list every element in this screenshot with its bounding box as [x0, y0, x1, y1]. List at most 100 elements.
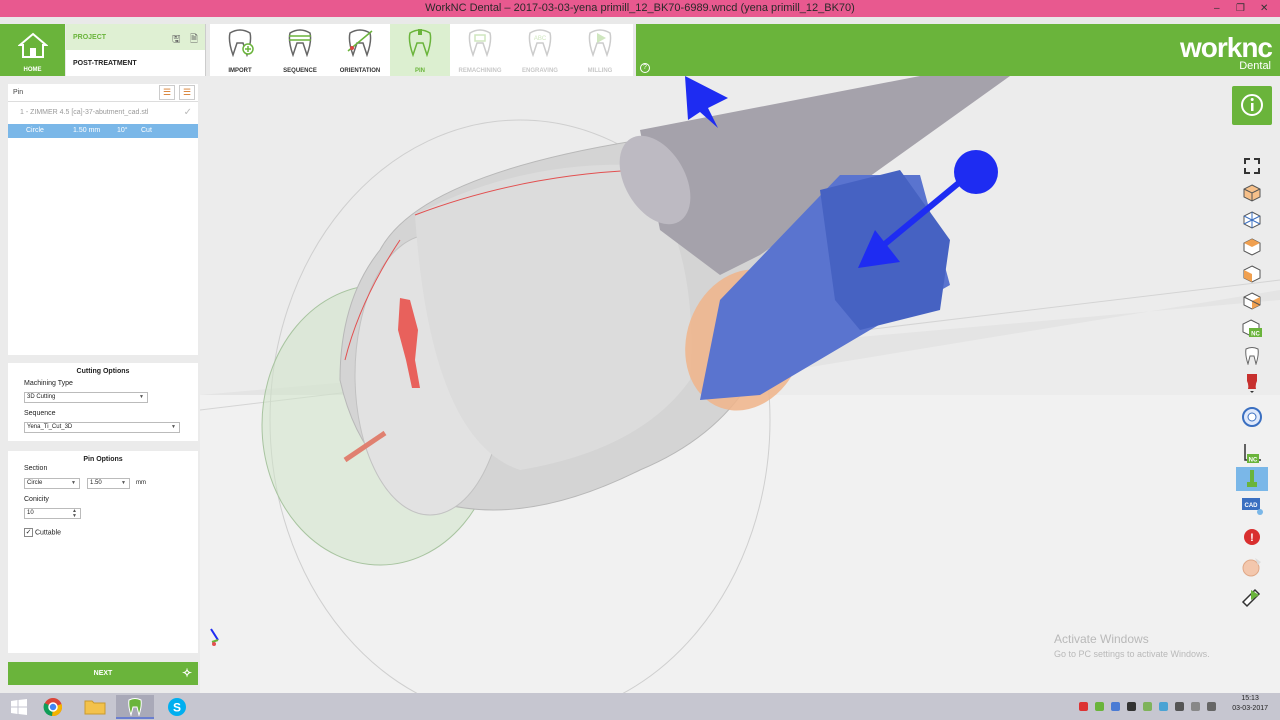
tray-volume-icon[interactable] — [1207, 702, 1216, 711]
file-explorer-taskbar-button[interactable] — [76, 695, 114, 719]
fit-view-icon[interactable] — [1236, 154, 1268, 178]
tray-usb-icon[interactable] — [1175, 702, 1184, 711]
step-label: MILLING — [587, 68, 613, 74]
windows-logo-icon — [11, 699, 27, 715]
diameter-unit: mm — [136, 480, 146, 486]
tray-green-icon[interactable] — [1095, 702, 1104, 711]
step-label: IMPORT — [228, 68, 252, 74]
3d-viewport[interactable] — [200, 76, 1280, 693]
step-sequence[interactable]: SEQUENCE — [270, 24, 330, 76]
step-engraving[interactable]: ABC ENGRAVING — [510, 24, 570, 76]
tooth-display-icon[interactable] — [1236, 343, 1268, 367]
sequence-select[interactable]: Yena_Ti_Cut_3D ▼ — [24, 422, 180, 433]
minimize-icon[interactable]: – — [1214, 0, 1220, 17]
nc-badge-text: NC — [1249, 458, 1258, 464]
skype-taskbar-button[interactable]: S — [158, 695, 196, 719]
tool-display-icon[interactable] — [1236, 467, 1268, 491]
conicity-stepper[interactable]: 10 ▲ ▼ — [24, 508, 81, 519]
save-as-icon[interactable]: 🗎 — [190, 32, 198, 49]
left-panel: Pin ☰ ☰ 1 - ZIMMER 4.5 [ca]-37-abutment_… — [0, 76, 200, 693]
sequence-label: Sequence — [24, 410, 56, 417]
step-orientation[interactable]: ORIENTATION — [330, 24, 390, 76]
close-icon[interactable]: ✕ — [1260, 0, 1268, 17]
step-milling[interactable]: MILLING — [570, 24, 630, 76]
step-pin[interactable]: PIN — [390, 24, 450, 76]
import-tooth-icon — [228, 29, 254, 58]
axis-nc-icon[interactable]: NC — [1236, 441, 1268, 465]
tray-sync-icon[interactable] — [1159, 702, 1168, 711]
cuttable-label: Cuttable — [34, 529, 62, 537]
save-icon[interactable]: 🖫 — [172, 32, 181, 49]
tray-flag-icon[interactable] — [1191, 702, 1200, 711]
chrome-taskbar-button[interactable] — [34, 695, 72, 719]
pin-row-angle: 10° — [117, 127, 128, 134]
front-view-icon[interactable] — [1236, 262, 1268, 286]
list-view-icon[interactable]: ☰ — [159, 85, 175, 100]
diameter-select[interactable]: 1.50 ▼ — [87, 478, 130, 489]
milling-tooth-icon — [588, 29, 612, 58]
skype-letter: S — [173, 701, 181, 715]
conicity-value: 10 — [27, 510, 34, 516]
engraving-tooth-icon: ABC — [528, 29, 552, 58]
wireframe-view-icon[interactable] — [1236, 208, 1268, 232]
tray-stop-icon[interactable] — [1079, 702, 1088, 711]
check-icon: ✓ — [183, 107, 192, 118]
stepper-arrows-icon[interactable]: ▲ ▼ — [72, 509, 77, 519]
tray-network-icon[interactable] — [1111, 702, 1120, 711]
alert-icon[interactable]: ! — [1236, 525, 1268, 549]
tray-pen-icon[interactable] — [1127, 702, 1136, 711]
pin-color-icon[interactable] — [1236, 370, 1268, 394]
cutting-options-title: Cutting Options — [76, 368, 130, 375]
home-button[interactable]: HOME — [0, 24, 65, 76]
activate-windows-line2: Go to PC settings to activate Windows. — [1054, 649, 1210, 659]
step-remachining[interactable]: REMACHINING — [450, 24, 510, 76]
clock-date: 03-03-2017 — [1232, 705, 1268, 712]
window-title-bar: WorkNC Dental – 2017-03-03-yena primill_… — [0, 0, 1280, 17]
pin-options-panel: Pin Options Section Circle ▼ 1.50 ▼ mm C… — [8, 451, 198, 653]
diameter-value: 1.50 — [90, 480, 102, 486]
activate-windows-line1: Activate Windows — [1054, 632, 1149, 646]
start-button[interactable] — [0, 695, 38, 719]
machining-type-select[interactable]: 3D Cutting ▼ — [24, 392, 148, 403]
pin-row-selected[interactable]: Circle 1.50 mm 10° Cut — [8, 124, 198, 138]
step-label: SEQUENCE — [283, 68, 317, 74]
list-detail-icon[interactable]: ☰ — [179, 85, 195, 100]
pin-file-item[interactable]: 1 - ZIMMER 4.5 [ca]-37-abutment_cad.stl … — [8, 102, 198, 124]
3d-scene[interactable] — [200, 76, 1280, 693]
step-label: ENGRAVING — [522, 68, 558, 74]
restore-icon[interactable]: ❐ — [1236, 0, 1245, 17]
conicity-label: Conicity — [24, 496, 49, 503]
stock-display-icon[interactable] — [1236, 555, 1268, 579]
info-button[interactable] — [1232, 86, 1272, 125]
cad-display-icon[interactable]: CAD — [1236, 494, 1268, 518]
engraving-text: ABC — [534, 36, 547, 42]
step-label: ORIENTATION — [339, 68, 381, 74]
tray-app-icon[interactable] — [1143, 702, 1152, 711]
iso-view-icon[interactable] — [1236, 181, 1268, 205]
activate-windows-watermark: Activate Windows Go to PC settings to ac… — [1054, 632, 1210, 659]
step-import[interactable]: IMPORT — [210, 24, 270, 76]
worknc-taskbar-button[interactable] — [116, 695, 154, 719]
taskbar-clock[interactable]: 15:13 03-03-2017 — [1232, 695, 1268, 712]
pin-list-title: Pin — [13, 89, 24, 96]
window-title: WorkNC Dental – 2017-03-03-yena primill_… — [425, 2, 855, 14]
section-select[interactable]: Circle ▼ — [24, 478, 80, 489]
dropdown-arrow-icon: ▼ — [139, 394, 144, 400]
top-view-icon[interactable] — [1236, 235, 1268, 259]
pin-tooth-icon — [408, 29, 432, 58]
next-button[interactable]: NEXT ✧ — [8, 662, 198, 685]
pin-file-name: 1 - ZIMMER 4.5 [ca]-37-abutment_cad.stl — [20, 109, 149, 116]
ring-display-icon[interactable] — [1236, 405, 1268, 429]
help-icon[interactable]: ? — [640, 63, 650, 73]
folder-icon — [84, 700, 106, 715]
next-label: NEXT — [93, 670, 113, 677]
nc-view-icon[interactable]: NC — [1236, 316, 1268, 340]
cuttable-checkbox[interactable]: ✓ — [24, 528, 33, 537]
post-treatment-tab[interactable]: POST-TREATMENT — [66, 50, 205, 76]
cutting-options-panel: Cutting Options Machining Type 3D Cuttin… — [8, 363, 198, 441]
simulation-icon[interactable] — [1236, 585, 1268, 609]
side-view-icon[interactable] — [1236, 289, 1268, 313]
project-tab[interactable]: PROJECT — [66, 24, 205, 50]
view-toolbar: NC NC CAD ! — [1232, 152, 1272, 622]
section-label: Section — [24, 465, 48, 472]
